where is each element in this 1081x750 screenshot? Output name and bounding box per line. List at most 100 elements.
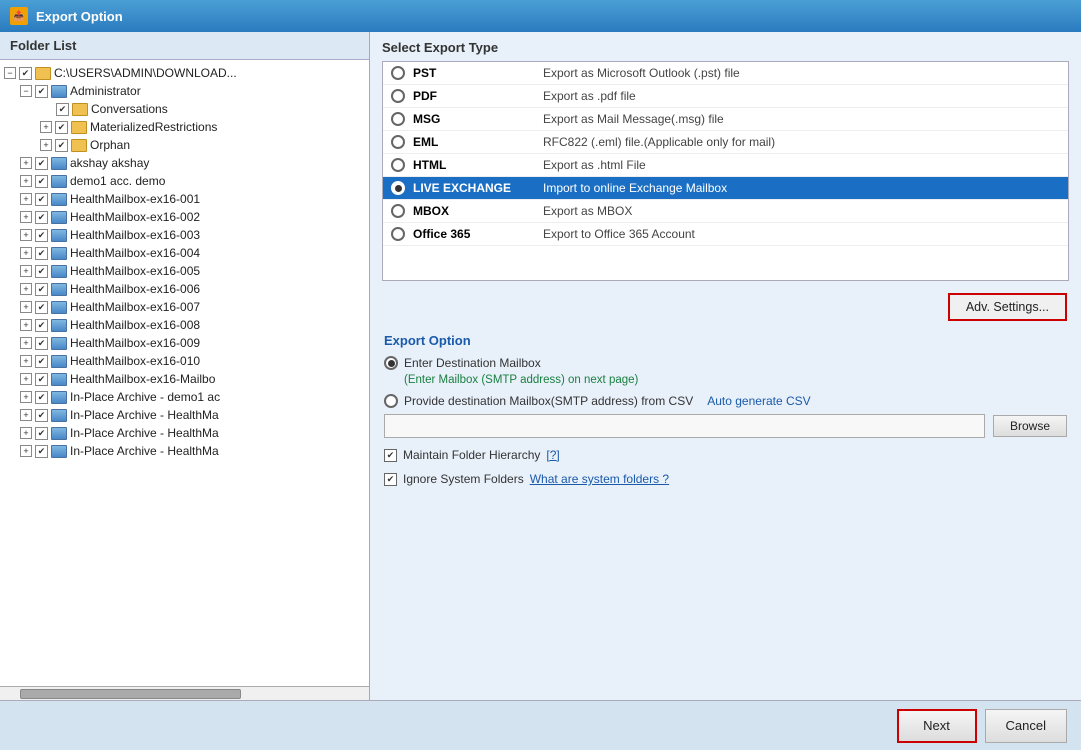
- tree-item[interactable]: +In-Place Archive - HealthMa: [0, 406, 369, 424]
- expand-btn[interactable]: +: [20, 211, 32, 223]
- tree-item[interactable]: +HealthMailbox-ex16-002: [0, 208, 369, 226]
- checkbox[interactable]: [35, 229, 48, 242]
- checkbox[interactable]: [55, 121, 68, 134]
- help-link-hierarchy[interactable]: [?]: [546, 448, 559, 462]
- tree-item[interactable]: Conversations: [0, 100, 369, 118]
- tree-item[interactable]: +HealthMailbox-ex16-Mailbo: [0, 370, 369, 388]
- expand-btn[interactable]: +: [20, 247, 32, 259]
- help-link-system-folders[interactable]: What are system folders ?: [530, 472, 669, 486]
- expand-btn[interactable]: +: [20, 175, 32, 187]
- export-type-row-html[interactable]: HTMLExport as .html File: [383, 154, 1068, 177]
- checkbox[interactable]: [35, 373, 48, 386]
- expand-btn[interactable]: +: [20, 301, 32, 313]
- checkbox-ignore-system[interactable]: [384, 473, 397, 486]
- export-type-row-msg[interactable]: MSGExport as Mail Message(.msg) file: [383, 108, 1068, 131]
- tree-item-label: demo1 acc. demo: [70, 174, 165, 188]
- expand-btn[interactable]: +: [20, 409, 32, 421]
- cancel-button[interactable]: Cancel: [985, 709, 1067, 743]
- tree-item[interactable]: +HealthMailbox-ex16-006: [0, 280, 369, 298]
- radio-outer: [391, 158, 405, 172]
- checkbox[interactable]: [35, 211, 48, 224]
- tree-item[interactable]: +HealthMailbox-ex16-001: [0, 190, 369, 208]
- expand-btn[interactable]: +: [20, 319, 32, 331]
- checkbox[interactable]: [19, 67, 32, 80]
- checkbox[interactable]: [35, 337, 48, 350]
- export-type-desc: Export as Microsoft Outlook (.pst) file: [543, 66, 740, 80]
- expand-btn[interactable]: +: [20, 265, 32, 277]
- checkbox-hierarchy[interactable]: [384, 449, 397, 462]
- checkbox[interactable]: [55, 139, 68, 152]
- checkbox[interactable]: [35, 265, 48, 278]
- maintain-hierarchy-row[interactable]: Maintain Folder Hierarchy [?]: [384, 448, 1067, 462]
- user-icon: [51, 427, 67, 440]
- tree-item[interactable]: +In-Place Archive - HealthMa: [0, 442, 369, 460]
- tree-item[interactable]: +HealthMailbox-ex16-004: [0, 244, 369, 262]
- checkbox[interactable]: [35, 391, 48, 404]
- checkbox[interactable]: [35, 157, 48, 170]
- folder-icon: [35, 67, 51, 80]
- checkbox[interactable]: [56, 103, 69, 116]
- expand-btn[interactable]: +: [40, 121, 52, 133]
- expand-btn[interactable]: +: [20, 337, 32, 349]
- expand-btn[interactable]: +: [20, 391, 32, 403]
- checkbox[interactable]: [35, 85, 48, 98]
- expand-btn[interactable]: +: [20, 229, 32, 241]
- radio-circle-2[interactable]: [384, 394, 398, 408]
- browse-button[interactable]: Browse: [993, 415, 1067, 437]
- tree-item[interactable]: +HealthMailbox-ex16-003: [0, 226, 369, 244]
- expand-btn[interactable]: +: [20, 427, 32, 439]
- checkbox[interactable]: [35, 319, 48, 332]
- tree-item[interactable]: +Orphan: [0, 136, 369, 154]
- checkbox[interactable]: [35, 445, 48, 458]
- export-type-row-mbox[interactable]: MBOXExport as MBOX: [383, 200, 1068, 223]
- tree-item[interactable]: +HealthMailbox-ex16-009: [0, 334, 369, 352]
- ignore-system-folders-row[interactable]: Ignore System Folders What are system fo…: [384, 472, 1067, 486]
- checkbox[interactable]: [35, 193, 48, 206]
- user-icon: [51, 193, 67, 206]
- tree-item[interactable]: +In-Place Archive - HealthMa: [0, 424, 369, 442]
- checkbox[interactable]: [35, 301, 48, 314]
- browse-input[interactable]: [384, 414, 985, 438]
- checkbox[interactable]: [35, 355, 48, 368]
- radio-enter-destination[interactable]: Enter Destination Mailbox: [384, 356, 1067, 370]
- expand-btn[interactable]: +: [20, 283, 32, 295]
- folder-tree[interactable]: −C:\USERS\ADMIN\DOWNLOAD...−Administrato…: [0, 60, 369, 686]
- export-type-row-pst[interactable]: PSTExport as Microsoft Outlook (.pst) fi…: [383, 62, 1068, 85]
- expand-btn[interactable]: +: [20, 373, 32, 385]
- tree-item[interactable]: +MaterializedRestrictions: [0, 118, 369, 136]
- export-type-row-live-exchange[interactable]: LIVE EXCHANGEImport to online Exchange M…: [383, 177, 1068, 200]
- radio2-label: Provide destination Mailbox(SMTP address…: [404, 394, 693, 408]
- tree-item[interactable]: +HealthMailbox-ex16-010: [0, 352, 369, 370]
- tree-item[interactable]: −Administrator: [0, 82, 369, 100]
- tree-item[interactable]: + demo1 acc. demo: [0, 172, 369, 190]
- tree-item[interactable]: −C:\USERS\ADMIN\DOWNLOAD...: [0, 64, 369, 82]
- tree-item[interactable]: +HealthMailbox-ex16-008: [0, 316, 369, 334]
- checkbox[interactable]: [35, 247, 48, 260]
- checkbox[interactable]: [35, 283, 48, 296]
- tree-item[interactable]: + In-Place Archive - demo1 ac: [0, 388, 369, 406]
- expand-btn[interactable]: +: [20, 193, 32, 205]
- next-button[interactable]: Next: [897, 709, 977, 743]
- tree-item[interactable]: +HealthMailbox-ex16-007: [0, 298, 369, 316]
- expand-btn[interactable]: +: [20, 445, 32, 457]
- checkbox[interactable]: [35, 409, 48, 422]
- radio-circle-1[interactable]: [384, 356, 398, 370]
- expand-btn[interactable]: +: [20, 355, 32, 367]
- checkbox[interactable]: [35, 427, 48, 440]
- auto-csv-link[interactable]: Auto generate CSV: [707, 394, 810, 408]
- export-type-row-eml[interactable]: EMLRFC822 (.eml) file.(Applicable only f…: [383, 131, 1068, 154]
- export-type-row-pdf[interactable]: PDFExport as .pdf file: [383, 85, 1068, 108]
- expand-btn[interactable]: −: [20, 85, 32, 97]
- expand-btn[interactable]: +: [20, 157, 32, 169]
- checkbox[interactable]: [35, 175, 48, 188]
- export-type-list[interactable]: PSTExport as Microsoft Outlook (.pst) fi…: [382, 61, 1069, 281]
- tree-item[interactable]: +HealthMailbox-ex16-005: [0, 262, 369, 280]
- export-type-row-office365[interactable]: Office 365Export to Office 365 Account: [383, 223, 1068, 246]
- tree-item-label: In-Place Archive - demo1 ac: [70, 390, 220, 404]
- adv-settings-button[interactable]: Adv. Settings...: [948, 293, 1067, 321]
- browse-row: Browse: [384, 414, 1067, 438]
- radio-csv[interactable]: Provide destination Mailbox(SMTP address…: [384, 394, 1067, 408]
- expand-btn[interactable]: −: [4, 67, 16, 79]
- expand-btn[interactable]: +: [40, 139, 52, 151]
- tree-item[interactable]: +akshay akshay: [0, 154, 369, 172]
